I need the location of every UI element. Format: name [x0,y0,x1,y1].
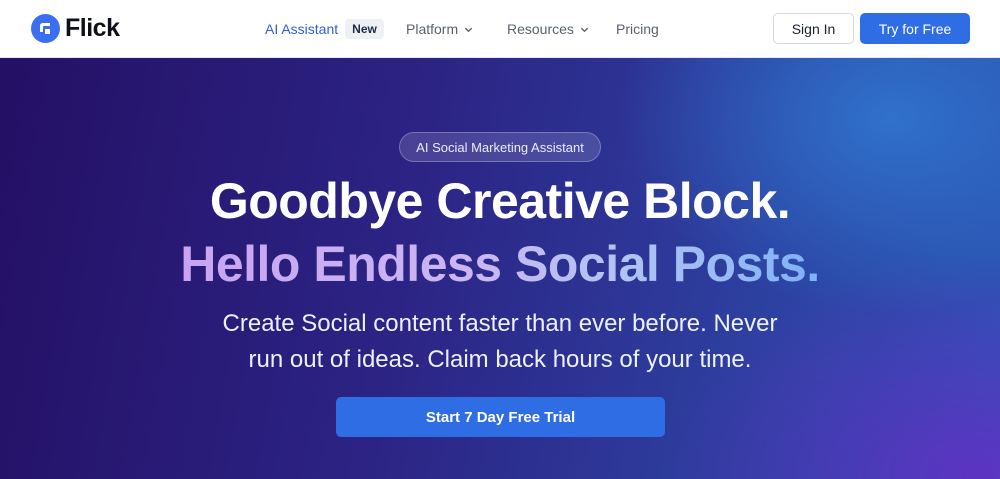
hero-headline-primary: Goodbye Creative Block. [209,173,791,229]
chevron-down-icon [580,27,589,32]
hero-headline-secondary: Hello Endless Social Posts. [0,235,1000,293]
hero-subtext-line-1: Create Social content faster than ever b… [222,310,778,337]
flick-logo-icon [31,14,60,43]
hero-section: AI Social Marketing Assistant Goodbye Cr… [0,58,1000,479]
hero-badge: AI Social Marketing Assistant [399,132,601,162]
hero-subtext-line-2: run out of ideas. Claim back hours of yo… [248,346,752,373]
try-for-free-button[interactable]: Try for Free [860,13,970,44]
sign-in-button[interactable]: Sign In [773,13,854,44]
new-badge: New [345,19,384,39]
chevron-down-icon [464,27,473,32]
start-free-trial-button[interactable]: Start 7 Day Free Trial [336,397,665,437]
nav-pricing[interactable]: Pricing [616,0,659,58]
nav-resources[interactable]: Resources [507,0,589,58]
hero-headline-secondary-text: Hello Endless Social Posts. [180,236,820,292]
nav-resources-label: Resources [507,21,574,37]
nav-platform[interactable]: Platform [406,0,473,58]
site-header: Flick AI Assistant New Platform Resource… [0,0,1000,58]
brand-name: Flick [65,14,120,42]
logo[interactable]: Flick [31,14,120,43]
nav-platform-label: Platform [406,21,459,37]
nav-pricing-label: Pricing [616,21,659,37]
hero-subtext: Create Social content faster than ever b… [0,306,1000,378]
nav-ai-assistant-label: AI Assistant [265,21,339,37]
nav-ai-assistant[interactable]: AI Assistant New [265,0,384,58]
